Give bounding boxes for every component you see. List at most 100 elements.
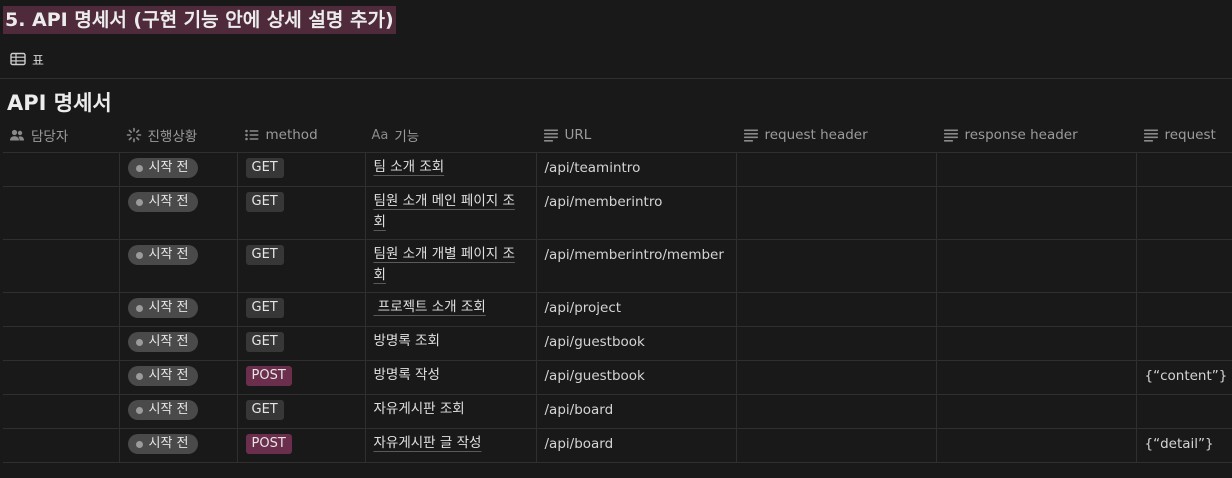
url-cell[interactable]: /api/guestbook — [536, 360, 737, 395]
feature-title-link[interactable]: 팀원 소개 메인 페이지 조회 — [374, 191, 524, 233]
status-badge[interactable]: 시작 전 — [127, 332, 198, 352]
status-badge[interactable]: 시작 전 — [127, 434, 198, 454]
feature-cell[interactable]: 팀원 소개 메인 페이지 조회 — [365, 186, 537, 240]
feature-cell[interactable]: 자유게시판 조회 — [365, 394, 537, 429]
status-badge[interactable]: 시작 전 — [127, 192, 198, 212]
request-header-cell[interactable] — [736, 186, 937, 240]
column-header-method[interactable]: method — [237, 118, 365, 153]
owner-cell[interactable] — [3, 360, 120, 395]
request-header-cell[interactable] — [736, 326, 937, 361]
owner-cell[interactable] — [3, 428, 120, 463]
method-tag[interactable]: GET — [245, 298, 284, 318]
request-header-cell[interactable] — [736, 360, 937, 395]
feature-title-link[interactable]: 방명록 작성 — [374, 365, 524, 386]
status-cell[interactable]: 시작 전 — [119, 186, 238, 240]
response-header-cell[interactable] — [936, 394, 1137, 429]
column-header-response-header[interactable]: response header — [936, 118, 1136, 153]
request-cell[interactable]: {“content”} — [1136, 360, 1232, 395]
method-cell[interactable]: POST — [237, 360, 366, 395]
method-tag[interactable]: POST — [245, 434, 292, 454]
feature-title-link[interactable]: 자유게시판 조회 — [374, 399, 524, 420]
view-tab-table[interactable]: 표 — [10, 48, 44, 70]
status-badge[interactable]: 시작 전 — [127, 366, 198, 386]
status-cell[interactable]: 시작 전 — [119, 239, 238, 293]
response-header-cell[interactable] — [936, 152, 1137, 187]
response-header-cell[interactable] — [936, 360, 1137, 395]
method-tag[interactable]: GET — [245, 332, 284, 352]
owner-cell[interactable] — [3, 186, 120, 240]
table-row[interactable]: 시작 전 GET 방명록 조회 /api/guestbook — [3, 326, 1232, 361]
request-header-cell[interactable] — [736, 152, 937, 187]
table-row[interactable]: 시작 전 GET 프로젝트 소개 조회 /api/project — [3, 292, 1232, 327]
response-header-cell[interactable] — [936, 292, 1137, 327]
owner-cell[interactable] — [3, 394, 120, 429]
url-cell[interactable]: /api/memberintro/member — [536, 239, 737, 293]
table-row[interactable]: 시작 전 GET 팀원 소개 메인 페이지 조회 /api/memberintr… — [3, 186, 1232, 240]
status-cell[interactable]: 시작 전 — [119, 360, 238, 395]
feature-cell[interactable]: 방명록 조회 — [365, 326, 537, 361]
url-cell[interactable]: /api/guestbook — [536, 326, 737, 361]
status-cell[interactable]: 시작 전 — [119, 152, 238, 187]
request-header-cell[interactable] — [736, 239, 937, 293]
request-cell[interactable] — [1136, 152, 1232, 187]
status-badge[interactable]: 시작 전 — [127, 298, 198, 318]
method-tag[interactable]: GET — [245, 158, 284, 178]
status-cell[interactable]: 시작 전 — [119, 394, 238, 429]
column-header-request-header[interactable]: request header — [736, 118, 936, 153]
table-row[interactable]: 시작 전 GET 자유게시판 조회 /api/board — [3, 394, 1232, 429]
response-header-cell[interactable] — [936, 239, 1137, 293]
feature-cell[interactable]: 팀 소개 조회 — [365, 152, 537, 187]
feature-cell[interactable]: 프로젝트 소개 조회 — [365, 292, 537, 327]
method-cell[interactable]: GET — [237, 292, 366, 327]
method-tag[interactable]: GET — [245, 400, 284, 420]
owner-cell[interactable] — [3, 326, 120, 361]
column-header-status[interactable]: 진행상황 — [119, 118, 237, 153]
feature-title-link[interactable]: 팀원 소개 개별 페이지 조회 — [374, 244, 524, 286]
request-header-cell[interactable] — [736, 292, 937, 327]
request-cell[interactable] — [1136, 326, 1232, 361]
method-tag[interactable]: GET — [245, 192, 284, 212]
method-tag[interactable]: GET — [245, 245, 284, 265]
method-cell[interactable]: GET — [237, 186, 366, 240]
owner-cell[interactable] — [3, 292, 120, 327]
response-header-cell[interactable] — [936, 186, 1137, 240]
feature-title-link[interactable]: 자유게시판 글 작성 — [374, 433, 524, 454]
url-cell[interactable]: /api/project — [536, 292, 737, 327]
feature-cell[interactable]: 방명록 작성 — [365, 360, 537, 395]
feature-cell[interactable]: 자유게시판 글 작성 — [365, 428, 537, 463]
request-header-cell[interactable] — [736, 394, 937, 429]
status-badge[interactable]: 시작 전 — [127, 158, 198, 178]
method-cell[interactable]: GET — [237, 152, 366, 187]
status-cell[interactable]: 시작 전 — [119, 428, 238, 463]
status-badge[interactable]: 시작 전 — [127, 400, 198, 420]
column-header-url[interactable]: URL — [536, 118, 736, 153]
request-header-cell[interactable] — [736, 428, 937, 463]
owner-cell[interactable] — [3, 152, 120, 187]
feature-title-link[interactable]: 방명록 조회 — [374, 331, 524, 352]
method-cell[interactable]: POST — [237, 428, 366, 463]
response-header-cell[interactable] — [936, 326, 1137, 361]
owner-cell[interactable] — [3, 239, 120, 293]
table-row[interactable]: 시작 전 POST 자유게시판 글 작성 /api/board {“detail… — [3, 428, 1232, 463]
url-cell[interactable]: /api/board — [536, 394, 737, 429]
request-cell[interactable] — [1136, 292, 1232, 327]
table-row[interactable]: 시작 전 POST 방명록 작성 /api/guestbook {“conten… — [3, 360, 1232, 395]
request-cell[interactable] — [1136, 394, 1232, 429]
status-cell[interactable]: 시작 전 — [119, 326, 238, 361]
feature-title-link[interactable]: 팀 소개 조회 — [374, 157, 524, 178]
feature-title-link[interactable]: 프로젝트 소개 조회 — [374, 297, 524, 318]
request-cell[interactable] — [1136, 239, 1232, 293]
method-cell[interactable]: GET — [237, 394, 366, 429]
method-cell[interactable]: GET — [237, 239, 366, 293]
url-cell[interactable]: /api/board — [536, 428, 737, 463]
url-cell[interactable]: /api/teamintro — [536, 152, 737, 187]
request-cell[interactable] — [1136, 186, 1232, 240]
status-badge[interactable]: 시작 전 — [127, 245, 198, 265]
table-row[interactable]: 시작 전 GET 팀 소개 조회 /api/teamintro — [3, 152, 1232, 187]
feature-cell[interactable]: 팀원 소개 개별 페이지 조회 — [365, 239, 537, 293]
url-cell[interactable]: /api/memberintro — [536, 186, 737, 240]
database-title[interactable]: API 명세서 — [7, 88, 112, 118]
method-cell[interactable]: GET — [237, 326, 366, 361]
method-tag[interactable]: POST — [245, 366, 292, 386]
column-header-request[interactable]: request — [1136, 118, 1232, 153]
